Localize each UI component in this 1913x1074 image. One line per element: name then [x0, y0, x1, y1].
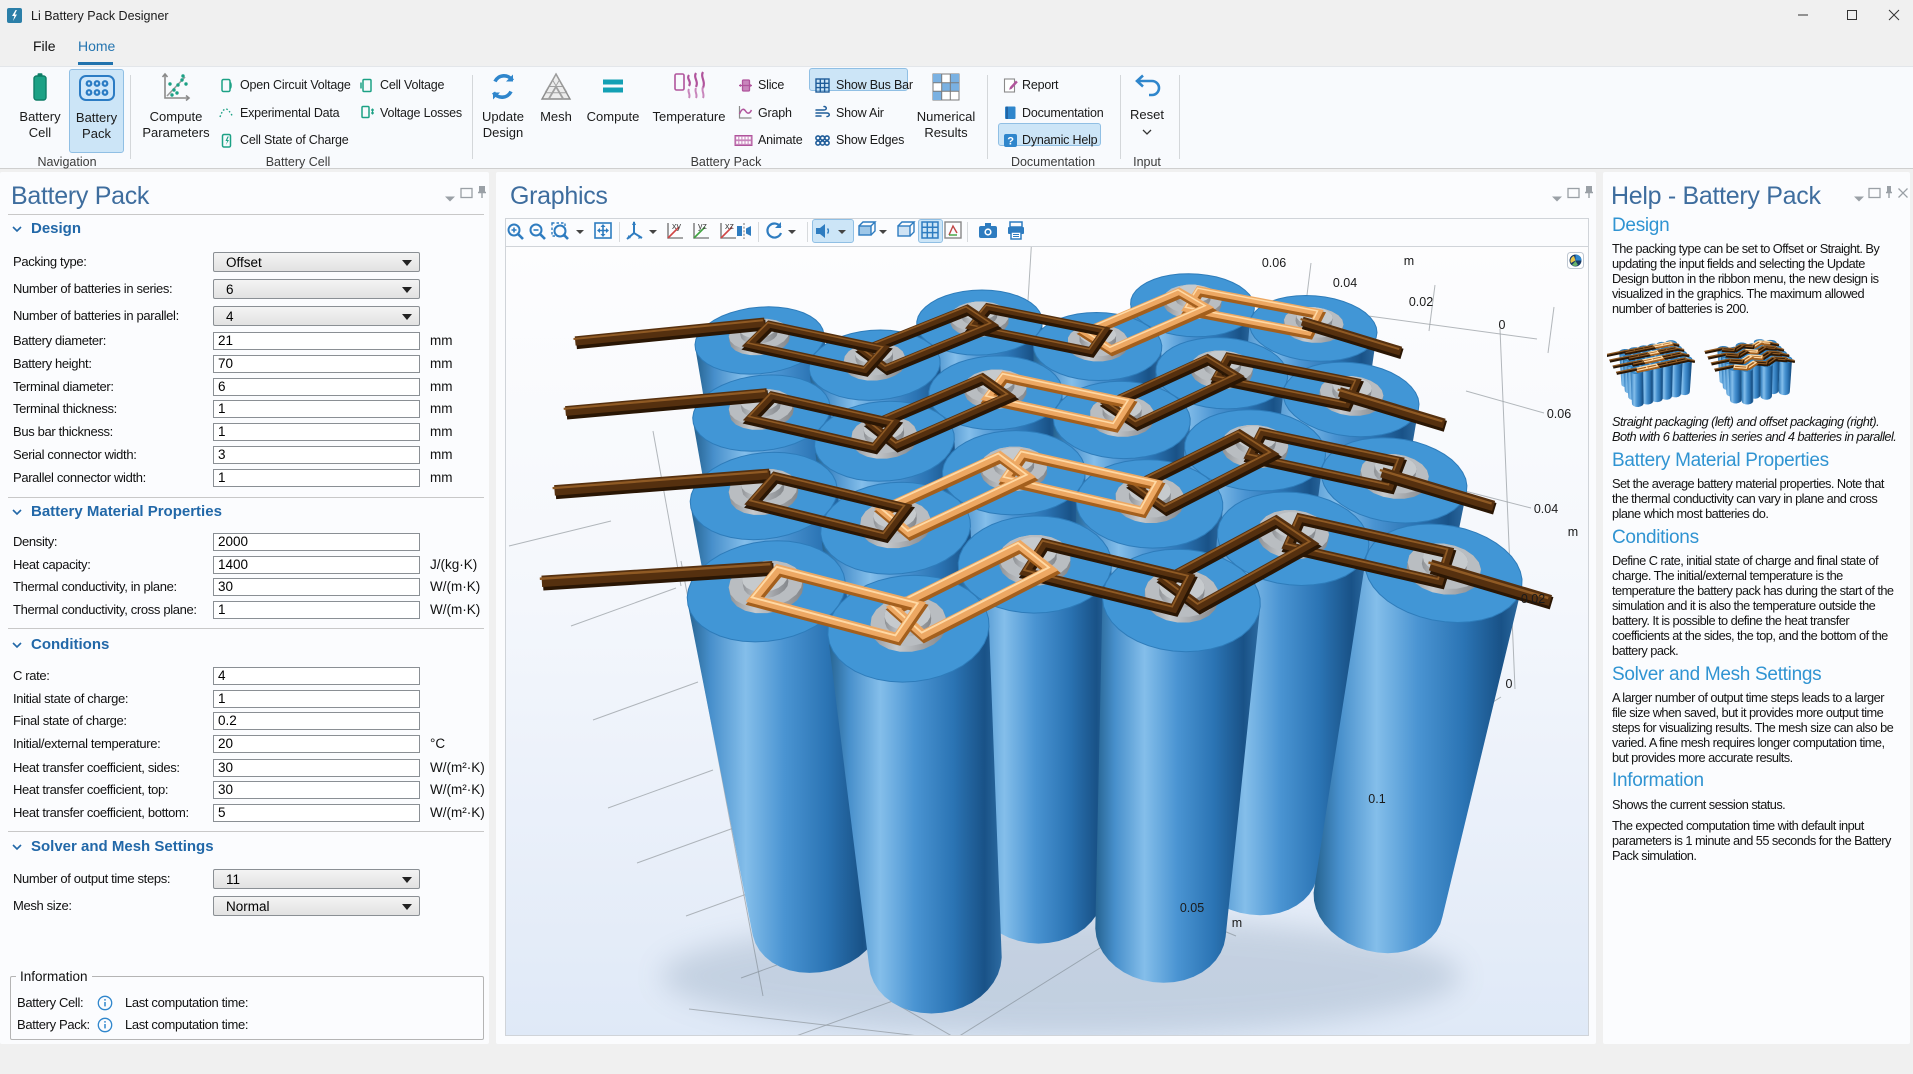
- svg-text:0: 0: [1506, 677, 1513, 691]
- svg-text:m: m: [1232, 916, 1242, 930]
- svg-text:0.02: 0.02: [1521, 592, 1545, 606]
- svg-text:0.04: 0.04: [1534, 502, 1558, 516]
- svg-text:m: m: [1404, 254, 1414, 268]
- svg-text:0.06: 0.06: [1547, 407, 1571, 421]
- svg-text:?: ?: [1007, 136, 1014, 148]
- svg-text:m: m: [1568, 525, 1578, 539]
- svg-text:0.1: 0.1: [1368, 792, 1385, 806]
- svg-text:0.05: 0.05: [1180, 901, 1204, 915]
- svg-text:0.04: 0.04: [1333, 276, 1357, 290]
- svg-text:0.06: 0.06: [1262, 256, 1286, 270]
- svg-text:xy: xy: [672, 221, 682, 231]
- svg-text:0.02: 0.02: [1409, 295, 1433, 309]
- svg-text:0: 0: [955, 1033, 962, 1036]
- svg-text:yz: yz: [698, 221, 708, 231]
- svg-text:0: 0: [1499, 318, 1506, 332]
